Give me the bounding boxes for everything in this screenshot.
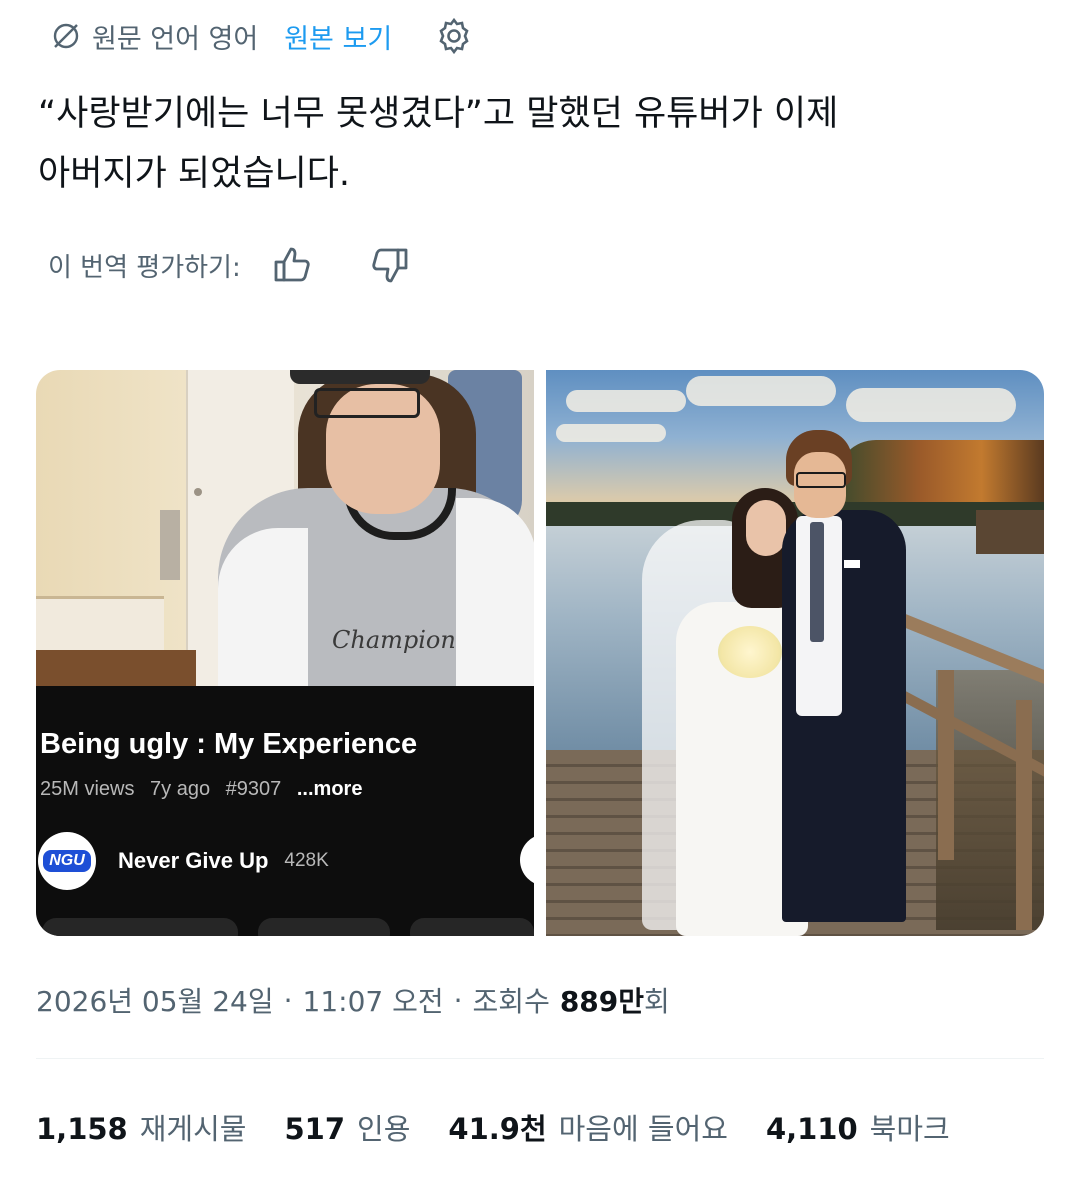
- tweet-text: “사랑받기에는 너무 못생겼다”고 말했던 유튜버가 이제 아버지가 되었습니다…: [38, 84, 1048, 204]
- video-more: ...more: [296, 778, 363, 800]
- railing-post: [938, 670, 954, 860]
- likes-stat[interactable]: 41.9천 마음에 들어요: [448, 1106, 728, 1148]
- tweet-text-line: “사랑받기에는 너무 못생겼다”고 말했던 유튜버가 이제: [38, 94, 839, 134]
- views-suffix: 회: [644, 985, 670, 1018]
- likes-count: 41.9천: [448, 1112, 547, 1146]
- engagement-stats: 1,158 재게시물 517 인용 41.9천 마음에 들어요 4,110 북마…: [36, 1104, 988, 1150]
- channel-name: Never Give Up: [118, 848, 269, 873]
- rate-translation-label: 이 번역 평가하기:: [48, 252, 241, 283]
- divider: [36, 1058, 1044, 1059]
- video-frame: Champion: [36, 370, 534, 686]
- tweet-text-line: 아버지가 되었습니다.: [38, 154, 351, 194]
- video-title: Being ugly : My Experience: [40, 728, 418, 760]
- quotes-stat[interactable]: 517 인용: [284, 1106, 410, 1148]
- bookmarks-stat[interactable]: 4,110 북마크: [766, 1106, 950, 1148]
- bouquet: [718, 626, 782, 678]
- channel-subscribers: 428K: [284, 850, 329, 871]
- groom-glasses: [796, 472, 846, 488]
- separator: ·: [283, 983, 293, 1017]
- tweet-date[interactable]: 2026년 05월 24일: [36, 980, 274, 1020]
- person-cap: [290, 370, 430, 384]
- tweet-time[interactable]: 11:07 오전: [303, 980, 444, 1020]
- media-grid[interactable]: Champion Being ugly : My Experience 25M …: [36, 370, 1044, 936]
- thumbs-up-icon[interactable]: [269, 241, 317, 289]
- boathouse: [976, 510, 1044, 554]
- shirt-brand-text: Champion: [332, 626, 456, 654]
- reposts-count: 1,158: [36, 1112, 128, 1146]
- rate-translation: 이 번역 평가하기:: [48, 240, 413, 290]
- video-tag: #9307: [225, 778, 282, 800]
- cloud: [556, 424, 666, 442]
- railing-post: [1016, 700, 1032, 930]
- original-language-label: 원문 언어 영어: [92, 23, 259, 55]
- shelf: [36, 596, 164, 657]
- channel-logo-text: NGU: [43, 850, 91, 872]
- action-chip: [42, 918, 238, 936]
- cloud: [846, 388, 1016, 422]
- likes-label: 마음에 들어요: [558, 1112, 728, 1146]
- views-count: 889만: [559, 985, 645, 1018]
- subscribe-button-edge: [520, 834, 534, 886]
- pocket-square: [844, 560, 860, 568]
- reposts-label: 재게시물: [139, 1112, 247, 1146]
- quotes-label: 인용: [357, 1112, 411, 1146]
- groom-tie: [810, 522, 824, 642]
- shirt-sleeve: [218, 528, 308, 686]
- tweet-timestamp: 2026년 05월 24일 · 11:07 오전 · 조회수 889만 회: [36, 978, 670, 1022]
- media-image-wedding-photo[interactable]: [546, 370, 1044, 936]
- furniture: [36, 650, 196, 686]
- cloud: [566, 390, 686, 412]
- channel-row: NGU Never Give Up 428K: [38, 832, 329, 890]
- shirt-sleeve: [456, 498, 534, 686]
- bride-face: [746, 500, 786, 556]
- channel-avatar: NGU: [38, 832, 96, 890]
- video-meta: 25M views 7y ago #9307 ...more: [40, 778, 362, 801]
- video-info: Being ugly : My Experience 25M views 7y …: [36, 686, 534, 936]
- video-views: 25M views: [40, 778, 135, 800]
- translation-bar: 원문 언어 영어 원본 보기: [48, 14, 476, 58]
- video-age: 7y ago: [150, 778, 211, 800]
- action-chip: [410, 918, 534, 936]
- separator: ·: [453, 983, 463, 1017]
- thumbs-down-icon[interactable]: [365, 241, 413, 289]
- reposts-stat[interactable]: 1,158 재게시물: [36, 1106, 246, 1148]
- bookmarks-count: 4,110: [765, 1112, 858, 1146]
- cloud: [686, 376, 836, 406]
- globe-slash-icon: [48, 18, 84, 54]
- door-knob: [194, 488, 202, 496]
- action-chip: [258, 918, 390, 936]
- gear-icon[interactable]: [432, 14, 476, 58]
- media-image-video-screenshot[interactable]: Champion Being ugly : My Experience 25M …: [36, 370, 534, 936]
- view-original-link[interactable]: 원본 보기: [284, 17, 392, 56]
- quotes-count: 517: [284, 1112, 346, 1146]
- wall-item: [160, 510, 180, 580]
- person-glasses: [314, 388, 420, 418]
- views-label: 조회수: [472, 985, 550, 1018]
- bookmarks-label: 북마크: [869, 1112, 950, 1146]
